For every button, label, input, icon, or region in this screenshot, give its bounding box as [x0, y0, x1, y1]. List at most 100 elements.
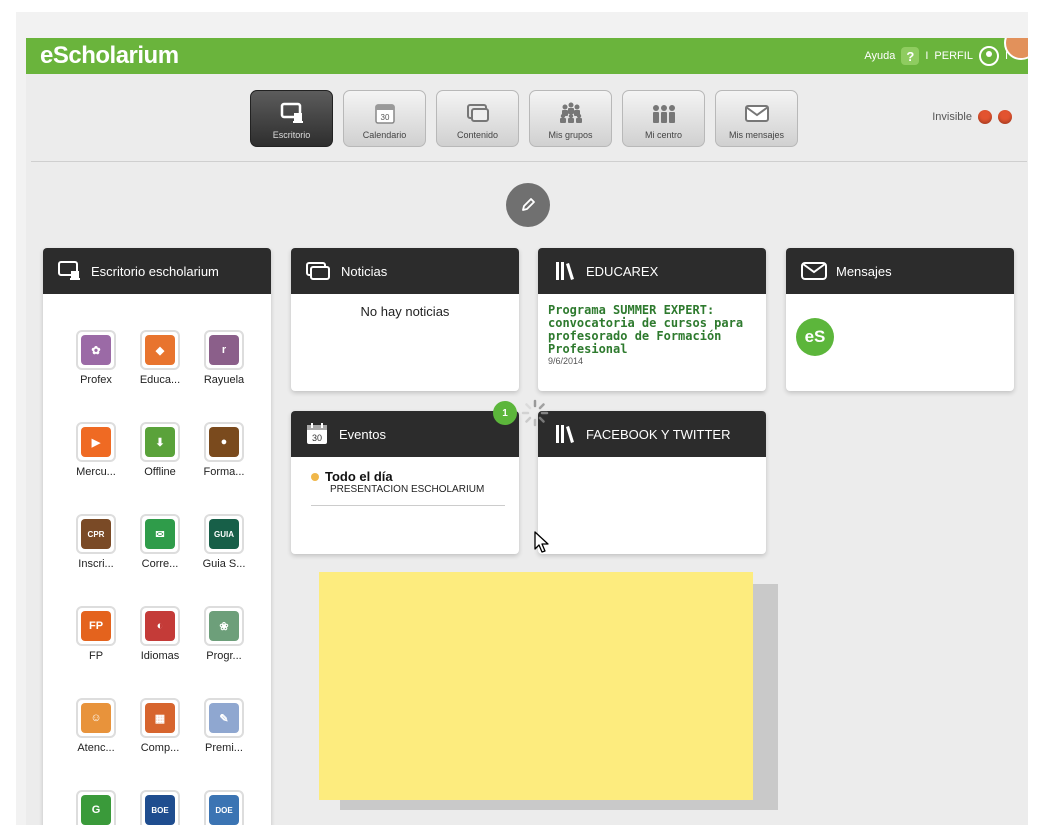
app-glyph: CPR: [81, 519, 111, 549]
event-time: Todo el día: [311, 469, 505, 484]
panel-title: Eventos: [339, 426, 386, 442]
app-icon: ❀: [204, 606, 244, 646]
app-icon: BOE: [140, 790, 180, 825]
app-icon: ☺: [76, 698, 116, 738]
user-icon[interactable]: [978, 46, 999, 66]
panel-title: Noticias: [341, 263, 388, 279]
desktop-app-launcher[interactable]: BOEBOE: [129, 790, 191, 825]
desktop-app-launcher[interactable]: GLa Ga...: [65, 790, 127, 825]
pencil-icon: [522, 198, 535, 211]
app-glyph: ✎: [209, 703, 239, 733]
profile-link[interactable]: PERFIL: [934, 50, 973, 62]
nav-mis-mensajes-button[interactable]: Mis mensajes: [715, 90, 798, 147]
library-icon: [556, 262, 574, 280]
nav-label: Mis mensajes: [728, 130, 784, 140]
desktop-app-launcher[interactable]: ◐ Idiomas: [129, 606, 191, 662]
app-glyph: ◆: [145, 335, 175, 365]
app-label: Educa...: [139, 374, 181, 386]
nav-mis-grupos-button[interactable]: Mis grupos: [529, 90, 612, 147]
mouse-cursor-icon: [534, 531, 549, 553]
empty-message: No hay noticias: [360, 304, 450, 319]
desktop-app-launcher[interactable]: FP FP: [65, 606, 127, 662]
app-glyph: ☺: [81, 703, 111, 733]
status-dot: [978, 110, 992, 124]
social-panel: FACEBOOK Y TWITTER: [538, 411, 766, 554]
app-icon: ●: [204, 422, 244, 462]
envelope-icon: [744, 105, 769, 122]
status-dot: [998, 110, 1012, 124]
app-icon: ◐: [140, 606, 180, 646]
app-glyph: DOE: [209, 795, 239, 825]
app-glyph: ⬇: [145, 427, 175, 457]
nav-label: Calendario: [362, 130, 407, 140]
nav-label: Escritorio: [272, 130, 311, 140]
desktop-app-launcher[interactable]: ✉ Corre...: [129, 514, 191, 570]
nav-escritorio-button[interactable]: Escritorio: [250, 90, 333, 147]
app-icon: GUIA: [204, 514, 244, 554]
app-icon: r: [204, 330, 244, 370]
app-icon: ▦: [140, 698, 180, 738]
events-panel: 30 Eventos Todo el día PRESENTACIÓN ESCH…: [291, 411, 519, 554]
app-icon: ◆: [140, 330, 180, 370]
app-icon: ▶: [76, 422, 116, 462]
app-label: Rayuela: [203, 374, 245, 386]
desktop-app-launcher[interactable]: ❀ Progr...: [193, 606, 255, 662]
desktop-app-launcher[interactable]: ⬇ Offline: [129, 422, 191, 478]
content-icon: [306, 262, 330, 280]
panel-header: FACEBOOK Y TWITTER: [538, 411, 766, 457]
panel-header: Escritorio escholarium: [43, 248, 271, 294]
divider: [31, 161, 1027, 162]
app-glyph: FP: [81, 611, 111, 641]
desktop-app-launcher[interactable]: GUIA Guia S...: [193, 514, 255, 570]
content-icon: [466, 104, 489, 122]
desktop-app-launcher[interactable]: r Rayuela: [193, 330, 255, 386]
loading-spinner-icon: [521, 399, 549, 427]
event-bullet: [311, 472, 319, 481]
desktop-app-launcher[interactable]: ✎ Premi...: [193, 698, 255, 754]
desktop-app-launcher[interactable]: ▶ Mercu...: [65, 422, 127, 478]
presence-status[interactable]: Invisible: [932, 110, 1012, 124]
app-logo[interactable]: eScholarium: [40, 42, 179, 70]
nav-calendario-button[interactable]: 30 Calendario: [343, 90, 426, 147]
top-right-menu: Ayuda ? I PERFIL I: [864, 46, 1008, 66]
desktop-app-launcher[interactable]: DOEDOE: [193, 790, 255, 825]
educarex-panel: EDUCAREX Programa SUMMER EXPERT: convoca…: [538, 248, 766, 391]
calendar-icon: 30: [374, 104, 395, 124]
app-label: Guia S...: [202, 558, 246, 570]
panel-header: 30 Eventos: [291, 411, 519, 457]
help-icon[interactable]: ?: [901, 47, 920, 65]
event-item[interactable]: Todo el día PRESENTACIÓN ESCHOLARIUM: [291, 457, 519, 495]
notification-badge[interactable]: 1: [493, 401, 517, 425]
panel-title: EDUCAREX: [586, 263, 659, 279]
desktop-app-launcher[interactable]: ● Forma...: [193, 422, 255, 478]
nav-contenido-button[interactable]: Contenido: [436, 90, 519, 147]
app-label: Progr...: [206, 650, 242, 662]
help-link[interactable]: Ayuda: [864, 50, 895, 62]
app-glyph: ▶: [81, 427, 111, 457]
desktop-app-launcher[interactable]: CPR Inscri...: [65, 514, 127, 570]
app-glyph: ●: [209, 427, 239, 457]
library-icon: [556, 425, 574, 443]
news-item-link[interactable]: Programa SUMMER EXPERT: convocatoria de …: [538, 294, 766, 356]
main-nav: Escritorio 30 Calendario Contenido Mis g…: [250, 90, 798, 147]
app-icon: ⬇: [140, 422, 180, 462]
app-label: Idiomas: [140, 650, 180, 662]
desktop-app-launcher[interactable]: ◆ Educa...: [129, 330, 191, 386]
panel-header: EDUCAREX: [538, 248, 766, 294]
desktop-app-launcher[interactable]: ☺ Atenc...: [65, 698, 127, 754]
app-label: Inscri...: [78, 558, 114, 570]
edit-layout-button[interactable]: [506, 183, 550, 227]
sticky-note[interactable]: [319, 572, 753, 800]
escholarium-logo: eS: [796, 318, 834, 356]
desktop-app-launcher[interactable]: ✿ Profex: [65, 330, 127, 386]
nav-mi-centro-button[interactable]: Mi centro: [622, 90, 705, 147]
desktop-app-launcher[interactable]: ▦ Comp...: [129, 698, 191, 754]
event-time-label: Todo el día: [325, 469, 393, 484]
app-icon: ✎: [204, 698, 244, 738]
panel-title: Mensajes: [836, 263, 892, 279]
app-glyph: ❀: [209, 611, 239, 641]
app-glyph: G: [81, 795, 111, 825]
app-label: Corre...: [141, 558, 179, 570]
app-glyph: ✿: [81, 335, 111, 365]
event-title: PRESENTACIÓN ESCHOLARIUM: [330, 484, 485, 495]
